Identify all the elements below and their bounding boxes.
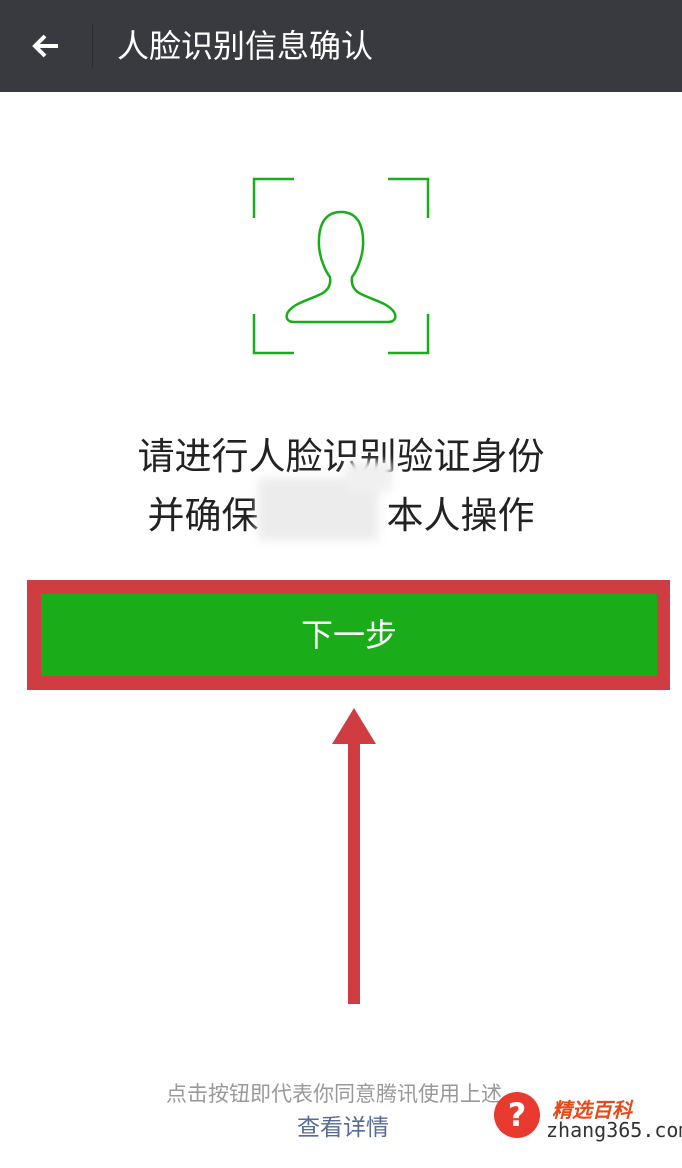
verification-prompt-line1: 请进行人脸识别验证身份 <box>137 435 545 478</box>
view-details-link[interactable]: 查看详情 <box>297 1108 389 1142</box>
up-arrow-annotation-icon <box>332 708 376 1004</box>
watermark: ? 精选百科 zhang365.com <box>494 1088 682 1146</box>
blurred-name-fragment <box>346 462 392 492</box>
prompt-line2-suffix: 本人操作 <box>386 494 535 537</box>
question-mark-icon: ? <box>494 1092 540 1138</box>
arrow-left-icon <box>32 34 58 58</box>
page-title: 人脸识别信息确认 <box>117 27 374 65</box>
back-button[interactable] <box>22 22 70 70</box>
prompt-line2-prefix: 并确保 <box>147 494 259 537</box>
watermark-url: zhang365.com <box>546 1118 682 1142</box>
face-scan-icon <box>252 177 430 355</box>
next-step-button[interactable]: 下一步 <box>41 594 657 676</box>
header-divider <box>92 24 93 68</box>
top-bar: 人脸识别信息确认 <box>0 0 682 92</box>
